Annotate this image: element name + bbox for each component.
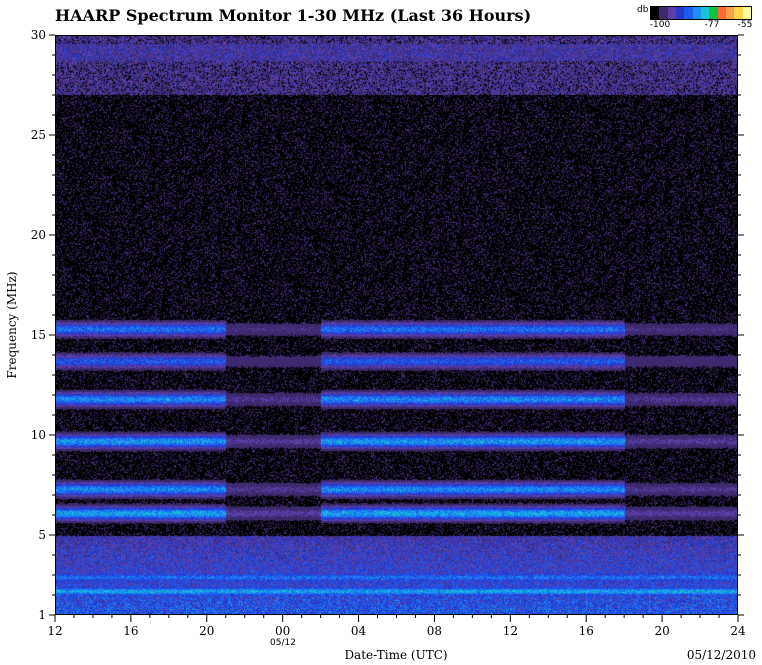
x-axis-label: Date-Time (UTC) — [344, 648, 448, 662]
y-tick-label: 10 — [31, 428, 46, 442]
x-tick-label: 16 — [123, 624, 138, 638]
x-tick-label: 20 — [199, 624, 214, 638]
x-tick-label: 20 — [654, 624, 669, 638]
x-tick-label: 24 — [730, 624, 746, 638]
chart-axes: 15101520253012 16 20 00 04 08 12 16 20 24 — [31, 28, 746, 638]
y-tick-label: 1 — [38, 608, 46, 622]
x-tick-label: 16 — [579, 624, 594, 638]
y-tick-label: 25 — [31, 128, 46, 142]
y-tick-label: 30 — [31, 28, 46, 42]
day-marker: 05/12 — [270, 638, 296, 648]
y-tick-label: 5 — [38, 528, 46, 542]
x-tick-label: 04 — [351, 624, 367, 638]
y-tick-label: 15 — [31, 328, 46, 342]
y-tick-label: 20 — [31, 228, 46, 242]
y-axis-label: Frequency (MHz) — [5, 271, 19, 379]
x-tick-label: 12 — [47, 624, 62, 638]
date-label: 05/12/2010 — [686, 648, 756, 662]
x-tick-label: 08 — [427, 624, 442, 638]
x-tick-label: 12 — [503, 624, 518, 638]
x-tick-label: 00 — [275, 624, 290, 638]
